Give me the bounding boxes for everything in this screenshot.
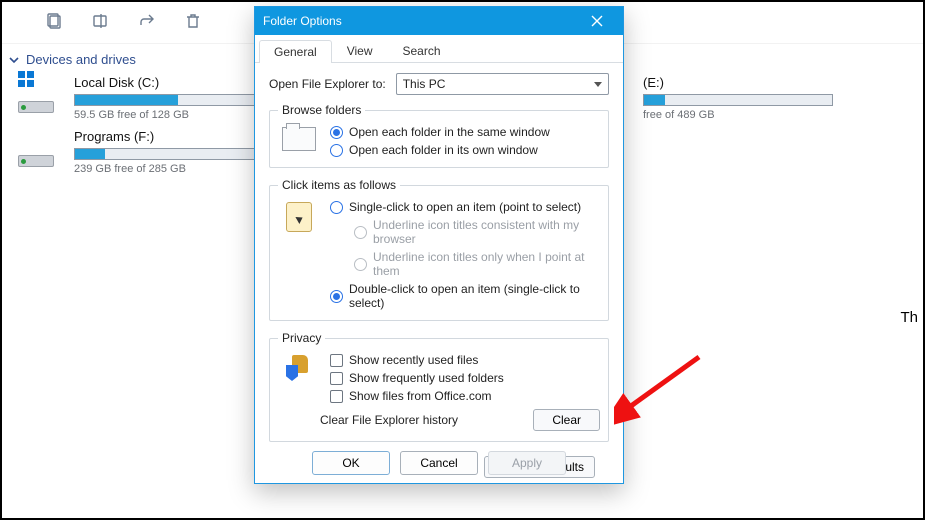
share-icon[interactable] (138, 12, 156, 33)
radio-underline-browser: Underline icon titles consistent with my… (354, 218, 600, 246)
privacy-group: Privacy Show recently used files Show fr… (269, 331, 609, 442)
usage-bar (643, 94, 833, 106)
cancel-button[interactable]: Cancel (400, 451, 478, 475)
folder-icon (278, 125, 320, 157)
dialog-title: Folder Options (263, 14, 577, 28)
radio-same-window[interactable]: Open each folder in the same window (330, 125, 600, 139)
group-legend: Browse folders (278, 103, 365, 117)
drive-free-text: free of 489 GB (643, 109, 891, 121)
section-title: Devices and drives (26, 52, 136, 67)
radio-underline-point: Underline icon titles only when I point … (354, 250, 600, 278)
titlebar[interactable]: Folder Options (255, 7, 623, 35)
drive-free-text: 59.5 GB free of 128 GB (74, 109, 266, 121)
cropped-text: Th (900, 309, 918, 326)
radio-own-window[interactable]: Open each folder in its own window (330, 143, 600, 157)
tab-search[interactable]: Search (388, 39, 456, 62)
open-file-explorer-label: Open File Explorer to: (269, 77, 386, 91)
group-legend: Privacy (278, 331, 325, 345)
dialog-footer: OK Cancel Apply (255, 451, 623, 475)
pointer-icon (278, 200, 320, 310)
tab-view[interactable]: View (332, 39, 388, 62)
browse-folders-group: Browse folders Open each folder in the s… (269, 103, 609, 168)
copy-icon[interactable] (46, 12, 64, 33)
drive-item[interactable]: Local Disk (C:) 59.5 GB free of 128 GB (12, 71, 272, 125)
drive-icon (18, 129, 66, 167)
ok-button[interactable]: OK (312, 451, 390, 475)
click-items-group: Click items as follows Single-click to o… (269, 178, 609, 321)
privacy-icon (278, 353, 320, 403)
select-value: This PC (403, 77, 446, 91)
tab-general[interactable]: General (259, 40, 332, 63)
close-button[interactable] (577, 10, 617, 32)
check-frequent-folders[interactable]: Show frequently used folders (330, 371, 600, 385)
usage-bar (74, 94, 264, 106)
drive-title: (E:) (643, 75, 891, 90)
rename-icon[interactable] (92, 12, 110, 33)
tabs: General View Search (255, 35, 623, 63)
drive-title: Local Disk (C:) (74, 75, 266, 90)
chevron-down-icon (594, 82, 602, 87)
check-office-files[interactable]: Show files from Office.com (330, 389, 600, 403)
drive-icon (18, 75, 66, 113)
open-file-explorer-select[interactable]: This PC (396, 73, 609, 95)
folder-options-dialog: Folder Options General View Search Open … (254, 6, 624, 484)
check-recent-files[interactable]: Show recently used files (330, 353, 600, 367)
clear-button[interactable]: Clear (533, 409, 600, 431)
radio-single-click[interactable]: Single-click to open an item (point to s… (330, 200, 600, 214)
apply-button[interactable]: Apply (488, 451, 566, 475)
radio-double-click[interactable]: Double-click to open an item (single-cli… (330, 282, 600, 310)
delete-icon[interactable] (184, 12, 202, 33)
clear-history-label: Clear File Explorer history (320, 413, 458, 427)
group-legend: Click items as follows (278, 178, 400, 192)
drive-item[interactable]: (E:) free of 489 GB (637, 71, 897, 125)
usage-bar (74, 148, 264, 160)
chevron-down-icon (8, 54, 20, 66)
